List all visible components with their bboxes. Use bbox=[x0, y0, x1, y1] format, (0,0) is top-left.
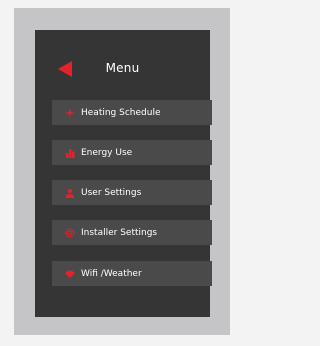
menu-item-label: Energy Use bbox=[81, 147, 133, 158]
menu-item-label: Heating Schedule bbox=[81, 107, 161, 118]
wifi-weather-icon bbox=[65, 269, 75, 279]
device-frame: Menu Heating Schedule Energy Use User Se… bbox=[14, 8, 230, 335]
menu-item-installer-settings[interactable]: Installer Settings bbox=[52, 220, 212, 245]
menu-item-energy-use[interactable]: Energy Use bbox=[52, 140, 212, 165]
menu-title: Menu bbox=[105, 61, 140, 75]
heating-schedule-icon bbox=[65, 108, 75, 118]
energy-use-icon bbox=[65, 148, 75, 158]
installer-settings-icon bbox=[65, 228, 75, 238]
thermostat-screen: Menu Heating Schedule Energy Use User Se… bbox=[35, 30, 212, 317]
menu-item-label: Wifi /Weather bbox=[81, 268, 142, 279]
menu-item-wifi-weather[interactable]: Wifi /Weather bbox=[52, 261, 212, 286]
menu-item-heating-schedule[interactable]: Heating Schedule bbox=[52, 100, 212, 125]
menu-item-label: User Settings bbox=[81, 187, 142, 198]
menu-item-user-settings[interactable]: User Settings bbox=[52, 180, 212, 205]
user-settings-icon bbox=[65, 188, 75, 198]
menu-item-label: Installer Settings bbox=[81, 227, 158, 238]
